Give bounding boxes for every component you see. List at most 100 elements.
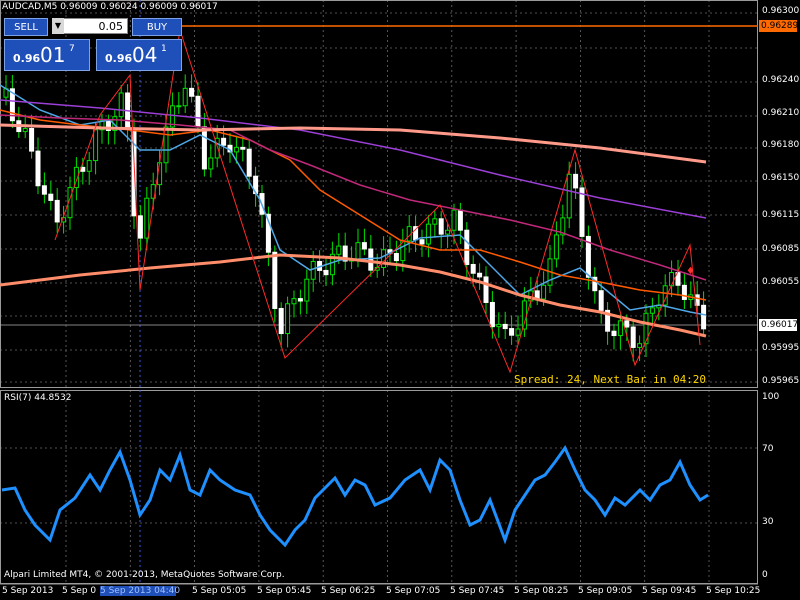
price-label: 0.96150 [762,173,800,183]
candle-body [246,148,252,177]
candle-body [425,223,431,245]
candle-body [291,298,297,305]
candle-body [93,129,99,162]
sell-button[interactable]: SELL [4,18,48,36]
one-click-trading-panel: SELL 0.05 ▼ BUY 0.96 01 7 0.96 04 1 [4,17,182,71]
candle-body [208,157,214,170]
ohlc-values: 0.96009 0.96024 0.96009 0.96017 [60,2,218,12]
candle-body [381,249,387,268]
candle-body [470,263,476,274]
candle-body [553,234,559,260]
price-label: 0.96180 [762,140,800,150]
candle-body [272,251,278,309]
time-label: 5 Sep 09:05 [578,586,633,596]
candle-body [323,269,329,276]
candle-body [477,272,483,278]
time-label: 5 Sep 10:25 [706,586,761,596]
candle-body [285,303,291,335]
candle-body [624,320,630,328]
chart-canvas[interactable]: ♦ [0,0,800,600]
sell-quote-button[interactable]: 0.96 01 7 [4,39,90,71]
buy-quote-fraction: 1 [161,44,167,54]
candle-body [393,253,399,262]
candle-body [54,199,60,223]
candle-body [240,146,246,150]
candle-body [445,229,451,235]
candle-body [515,328,521,336]
time-label: 5 Sep 07:05 [386,586,441,596]
candle-body [221,137,227,146]
time-label: 5 Sep 07:45 [450,586,505,596]
copyright-text: Alpari Limited MT4, © 2001-2013, MetaQuo… [4,570,285,580]
candle-body [483,276,489,303]
sell-quote-pips: 01 [40,43,66,67]
hline-price-tag: 0.96289 [759,20,799,32]
candle-body [541,284,547,300]
candle-body [195,95,201,128]
candle-body [451,209,457,231]
price-label: 0.96055 [762,277,800,287]
candle-body [278,307,284,335]
time-label: 5 Sep 0 [62,586,97,596]
rsi-level-label: 100 [762,392,780,402]
candle-body [233,146,239,153]
candle-body [579,187,585,237]
candle-body [137,215,143,239]
rsi-label: RSI(7) 44.8532 [4,393,72,403]
chart-background [0,0,800,600]
candle-body [489,301,495,328]
candle-body [611,330,617,337]
time-label: 5 Sep 09:45 [642,586,697,596]
buy-quote-prefix: 0.96 [105,52,133,65]
candle-body [681,284,687,300]
candle-body [118,92,124,118]
candle-body [502,323,508,330]
rsi-level-label: 70 [762,444,774,454]
chart-title: AUDCAD,M5 [2,2,58,12]
candle-body [438,218,444,235]
candle-body [310,260,316,280]
buy-quote-pips: 04 [132,43,158,67]
time-label: 5 Sep 06:25 [321,586,376,596]
candle-body [649,307,655,314]
candle-body [521,300,527,330]
candle-body [86,160,92,172]
candle-body [617,320,623,337]
price-label: 0.96085 [762,244,800,254]
candle-body [368,248,374,271]
candle-body [361,242,367,250]
candle-body [22,128,28,133]
price-label: 0.95995 [762,343,800,353]
candle-body [29,128,35,152]
bid-price-tag: 0.96017 [759,319,799,331]
candle-body [176,105,182,108]
chart-header: AUDCAD,M5 0.96009 0.96024 0.96009 0.9601… [2,2,218,12]
candle-body [630,326,636,348]
candle-body [336,245,342,255]
candle-body [566,173,572,219]
candle-body [573,173,579,189]
price-label: 0.95965 [762,376,800,386]
candle-body [419,239,425,245]
buy-quote-button[interactable]: 0.96 04 1 [96,39,182,71]
candle-body [432,218,438,225]
candle-body [201,126,207,170]
candle-body [144,197,150,239]
price-label: 0.96115 [762,210,800,220]
time-label: 5 Sep 05:45 [257,586,312,596]
buy-button[interactable]: BUY [132,18,182,36]
price-label: 0.96210 [762,108,800,118]
candle-body [496,323,502,328]
spread-info: Spread: 24, Next Bar in 04:20 [514,373,707,386]
time-label: 5 Sep 05:05 [192,586,247,596]
rsi-level-label: 0 [762,570,768,580]
trade-arrow-icon: ♦ [686,266,695,277]
time-label: 5 Sep 08:25 [514,586,569,596]
price-label: 0.96240 [762,75,800,85]
candle-body [35,150,41,187]
candle-body [297,298,303,302]
candle-body [509,328,515,336]
time-highlight-label: 5 Sep 2013 04:40 [100,586,181,596]
candle-body [304,278,310,302]
lot-down-arrow-icon[interactable]: ▼ [52,18,64,34]
